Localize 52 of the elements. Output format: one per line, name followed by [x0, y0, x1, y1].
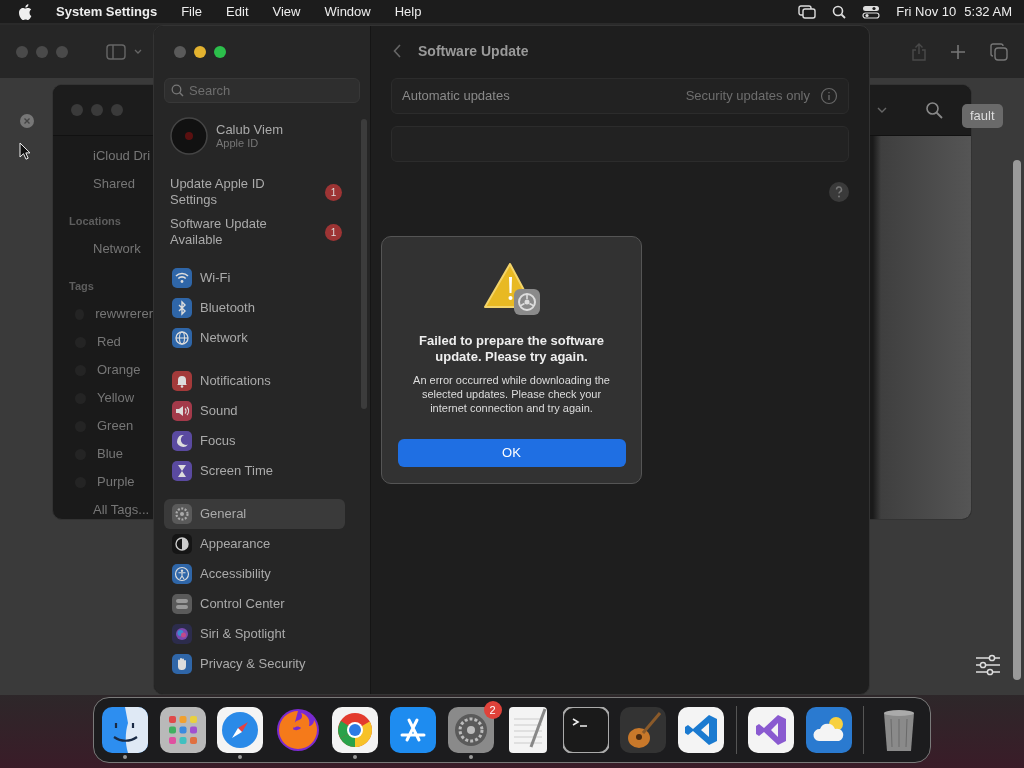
sidebar-item[interactable]: Wi-Fi: [164, 263, 345, 293]
menu-item[interactable]: Window: [324, 1, 371, 22]
setting-label: Automatic updates: [402, 87, 510, 106]
sidebar-item[interactable]: Bluetooth: [164, 293, 345, 323]
sidebar-item[interactable]: Orange: [97, 360, 141, 380]
account-subtitle: Apple ID: [216, 137, 260, 150]
notice-label: Update Apple ID Settings: [170, 176, 266, 208]
sidebar-item[interactable]: Purple: [97, 472, 135, 492]
sidebar-item[interactable]: iCloud Dri: [69, 142, 153, 170]
sidebar-item[interactable]: Notifications: [164, 366, 345, 396]
sidebar-item[interactable]: Sound: [164, 396, 345, 426]
sidebar-item[interactable]: Red: [97, 332, 121, 352]
sidebar-item[interactable]: Yellow: [97, 388, 135, 408]
sidebar-item[interactable]: All Tags...: [69, 496, 153, 519]
menu-item[interactable]: File: [181, 1, 203, 22]
sidebar-item[interactable]: Focus: [164, 426, 345, 456]
menu-item[interactable]: Edit: [226, 1, 249, 22]
notification-badge: 2: [483, 701, 502, 719]
sidebar-item[interactable]: Network: [164, 323, 345, 353]
notice-item[interactable]: Update Apple ID Settings 1: [164, 176, 342, 208]
sidebar-item[interactable]: Appearance: [164, 529, 345, 559]
section-header: Tags: [69, 279, 95, 294]
account-row[interactable]: Calub Viem Apple ID: [164, 116, 360, 156]
sidebar-item[interactable]: Blue: [97, 444, 124, 464]
sidebar-item[interactable]: Accessibility: [164, 559, 345, 589]
app-menu[interactable]: System Settings: [56, 1, 158, 22]
default-button[interactable]: fault: [962, 104, 1003, 128]
sidebar-item[interactable]: Control Center: [164, 589, 345, 619]
dialog-message: An error occurred while downloading the selected updates. Please check your internet connection and try again.: [412, 373, 611, 415]
dialog-title: Failed to prepare the software update. Please try again.: [418, 333, 605, 365]
ok-button[interactable]: OK: [397, 439, 626, 467]
account-name: Calub Viem: [216, 122, 283, 137]
sidebar-item[interactable]: rewwrerer: [95, 304, 153, 324]
page-title: Software Update: [418, 41, 529, 61]
menu-bar-clock: 5:32 AM: [964, 2, 1012, 21]
sidebar-item[interactable]: Shared: [69, 170, 153, 198]
setting-value: Security updates only: [685, 87, 810, 106]
menu-item[interactable]: Help: [394, 1, 422, 22]
menu-bar-date: Fri Nov 10: [896, 2, 957, 21]
notice-label: Software Update Available: [170, 216, 268, 248]
section-header: Locations: [69, 214, 122, 229]
notification-badge: 1: [325, 183, 342, 201]
search-field[interactable]: Search: [164, 78, 360, 103]
sidebar-item[interactable]: Screen Time: [164, 456, 345, 486]
sidebar-item[interactable]: Siri & Spotlight: [164, 619, 345, 649]
notice-item[interactable]: Software Update Available 1: [164, 216, 342, 248]
menu-item[interactable]: View: [272, 1, 301, 22]
sidebar-item[interactable]: General: [164, 499, 345, 529]
sidebar-item[interactable]: Network: [69, 235, 153, 263]
sidebar-item[interactable]: Green: [97, 416, 134, 436]
notification-badge: 1: [325, 223, 342, 241]
sidebar-item[interactable]: Privacy & Security: [164, 649, 345, 679]
